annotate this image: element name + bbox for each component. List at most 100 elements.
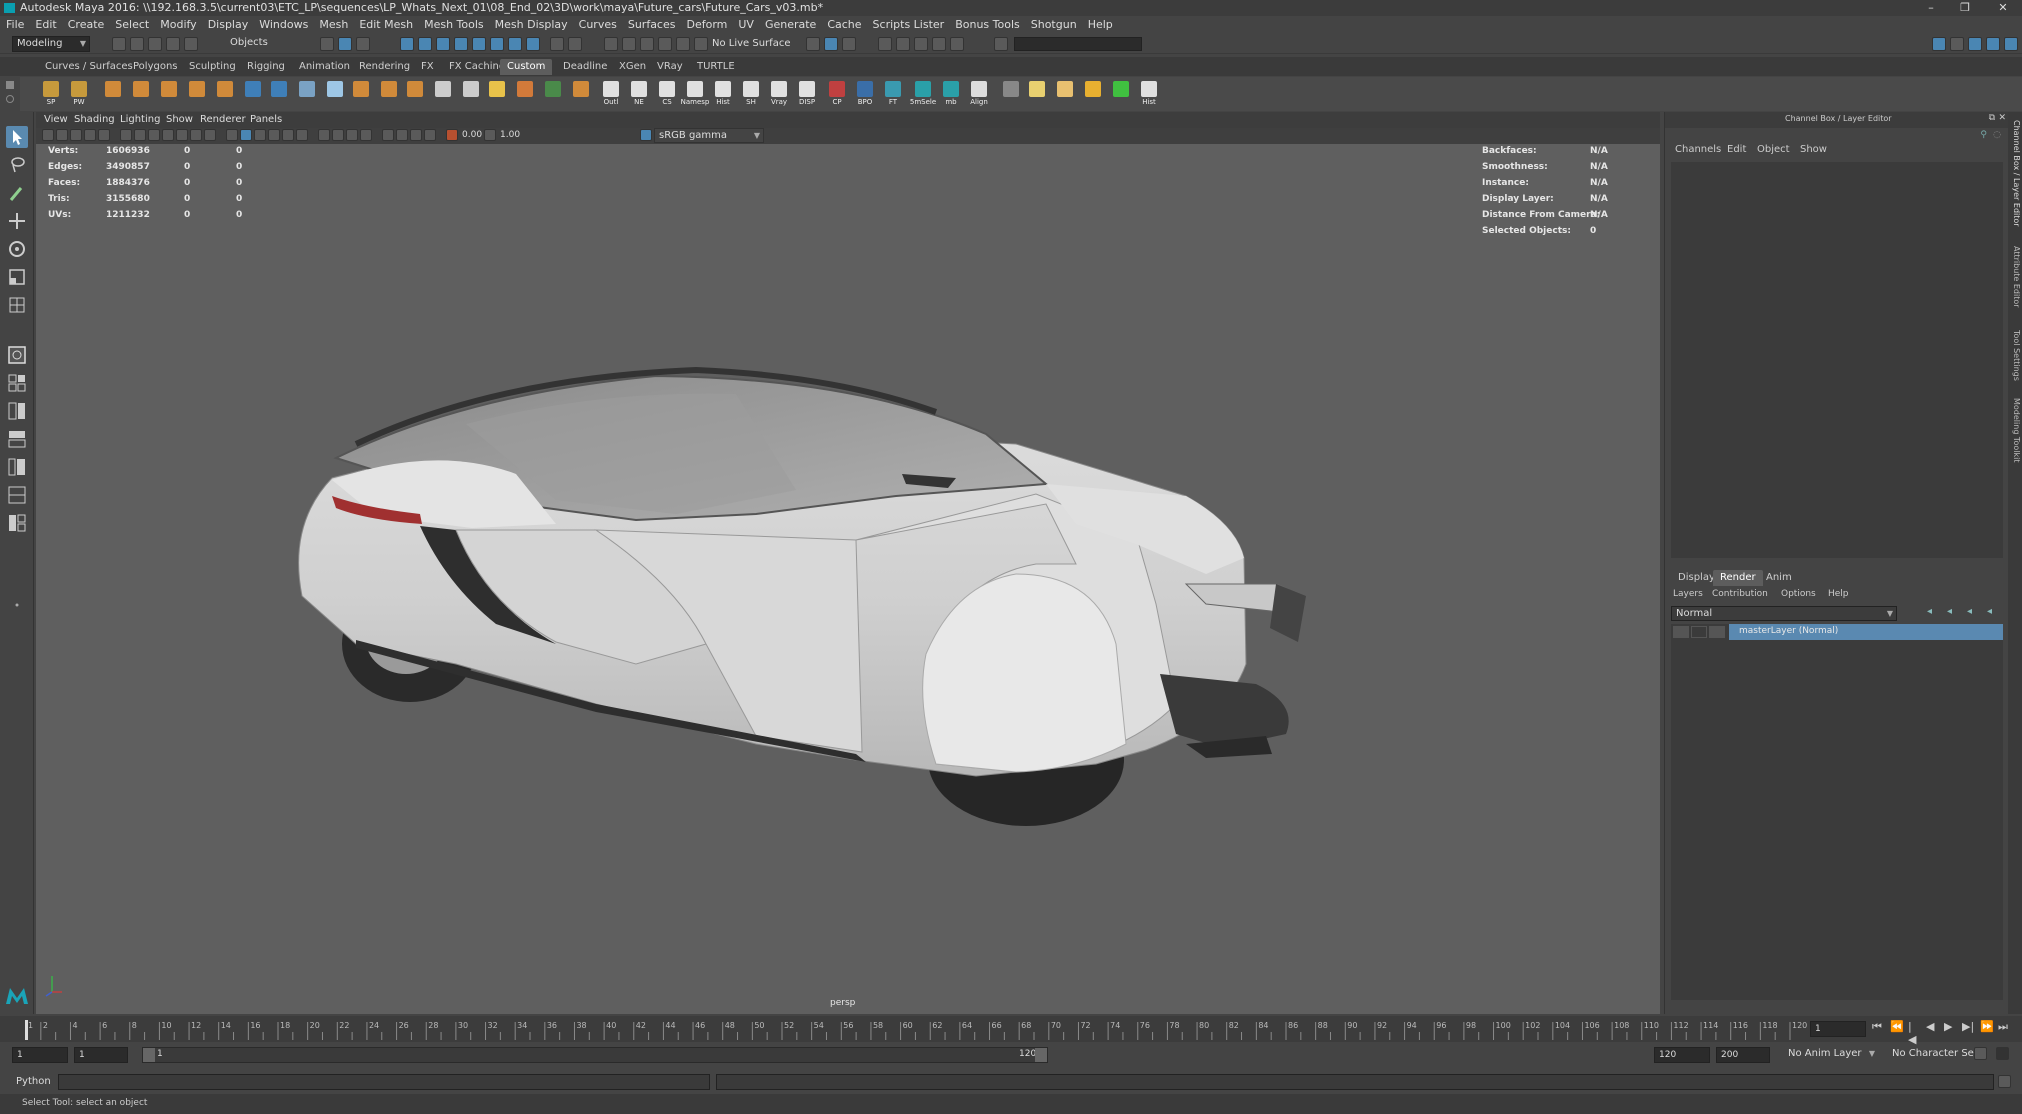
shelf-button-tool-2[interactable] [102, 80, 124, 108]
new-layer-selected-icon[interactable]: ◂ [1987, 606, 1992, 617]
panel-menu-lighting[interactable]: Lighting [120, 112, 160, 128]
snap-view-plane-icon[interactable] [454, 37, 468, 51]
snap-curve-icon[interactable] [418, 37, 432, 51]
shelf-button-sh[interactable]: SH [740, 80, 762, 108]
shelf-tab-curves-surfaces[interactable]: Curves / Surfaces [38, 59, 140, 75]
close-button[interactable]: ✕ [1990, 0, 2016, 16]
shelf-button-tool-14[interactable] [432, 80, 454, 108]
menu-windows[interactable]: Windows [259, 16, 308, 34]
range-bar[interactable]: 1 120 [142, 1047, 1048, 1063]
render-view-icon[interactable] [842, 37, 856, 51]
playback-button-0[interactable]: ⏮ [1872, 1020, 1882, 1034]
shelf-button-tool-15[interactable] [460, 80, 482, 108]
time-ruler[interactable]: 1 2 4 6 8 10 12 14 16 18 20 22 24 26 28 30 32 34 36 38 40 42 4… [20, 1016, 1820, 1042]
shelf-tab-polygons[interactable]: Polygons [126, 59, 185, 75]
panel-menu-show[interactable]: Show [166, 112, 193, 128]
wireframe-on-shaded-icon[interactable] [254, 129, 266, 141]
playback-button-5[interactable]: ▶| [1962, 1020, 1974, 1033]
color-space-dropdown[interactable]: sRGB gamma ▼ [654, 128, 764, 143]
shelf-button-tool-3[interactable] [130, 80, 152, 108]
scale-tool-icon[interactable] [6, 266, 28, 288]
render-toggle-icon[interactable] [1673, 626, 1689, 638]
new-scene-icon[interactable] [112, 37, 126, 51]
layer-editor-icon[interactable]: ◌ [1993, 130, 2001, 140]
options-menu[interactable]: Options [1781, 589, 1816, 599]
auto-key-icon[interactable] [1974, 1047, 1987, 1060]
select-object-icon[interactable] [338, 37, 352, 51]
snap-rotate-icon[interactable] [604, 37, 618, 51]
shelf-tab-rigging[interactable]: Rigging [240, 59, 292, 75]
safe-action-icon[interactable] [190, 129, 202, 141]
construction-history-icon[interactable] [824, 37, 838, 51]
gate-mask-icon[interactable] [162, 129, 174, 141]
select-component-icon[interactable] [356, 37, 370, 51]
safe-title-icon[interactable] [204, 129, 216, 141]
shelf-tab-fx[interactable]: FX [414, 59, 441, 75]
shelf-button-tool-10[interactable] [324, 80, 346, 108]
menu-mesh[interactable]: Mesh [319, 16, 348, 34]
snap-surface-icon[interactable] [472, 37, 486, 51]
shelf-tab-xgen[interactable]: XGen [612, 59, 653, 75]
input-line-icon[interactable] [806, 37, 820, 51]
2d-pan-zoom-icon[interactable] [98, 129, 110, 141]
open-scene-icon[interactable] [130, 37, 144, 51]
shelf-button-tool-18[interactable] [542, 80, 564, 108]
playback-button-3[interactable]: ◀ [1926, 1020, 1934, 1033]
channel-box-icon[interactable]: ⚲ [1980, 130, 1987, 140]
show-menu[interactable]: Show [1800, 144, 1827, 155]
shelf-button-tool-19[interactable] [570, 80, 592, 108]
snap-point-icon[interactable] [436, 37, 450, 51]
side-tab-channel-box[interactable]: Channel Box / Layer Editor [2009, 120, 2021, 227]
menu-mesh-display[interactable]: Mesh Display [495, 16, 568, 34]
shelf-tab-rendering[interactable]: Rendering [352, 59, 417, 75]
panel-float-icon[interactable]: ⧉ [1989, 113, 1995, 123]
shelf-options-icon[interactable] [6, 95, 14, 103]
contribution-menu[interactable]: Contribution [1712, 589, 1768, 599]
menu-create[interactable]: Create [68, 16, 105, 34]
shelf-button-ne[interactable]: NE [628, 80, 650, 108]
snap-magnet-icon[interactable] [676, 37, 690, 51]
shelf-button-vray[interactable]: Vray [768, 80, 790, 108]
menu-edit-mesh[interactable]: Edit Mesh [359, 16, 413, 34]
layer-blend-mode-dropdown[interactable]: Normal ▼ [1671, 606, 1897, 621]
menu-curves[interactable]: Curves [579, 16, 617, 34]
layers-menu[interactable]: Layers [1673, 589, 1703, 599]
current-frame-marker[interactable] [25, 1020, 28, 1040]
side-tab-modeling-toolkit[interactable]: Modeling Toolkit [2009, 398, 2021, 462]
film-gate-icon[interactable] [134, 129, 146, 141]
shelf-button-namesp[interactable]: Namesp [681, 80, 709, 108]
recycle-toggle-icon[interactable] [1691, 626, 1707, 638]
snap-face-icon[interactable] [526, 37, 540, 51]
playback-button-1[interactable]: ⏪ [1890, 1020, 1904, 1033]
snap-pivot-icon[interactable] [694, 37, 708, 51]
playback-end-field[interactable]: 120 [1654, 1047, 1710, 1063]
snap-grid-icon[interactable] [400, 37, 414, 51]
channel-box-icon[interactable] [1986, 37, 2000, 51]
exposure-icon[interactable] [446, 129, 458, 141]
xray-joints-icon[interactable] [410, 129, 422, 141]
single-view-layout-icon[interactable] [6, 344, 28, 366]
camera-attributes-icon[interactable] [56, 129, 68, 141]
anti-aliasing-icon[interactable] [346, 129, 358, 141]
menu-generate[interactable]: Generate [765, 16, 816, 34]
textured-icon[interactable] [268, 129, 280, 141]
shelf-button-tool-4[interactable] [158, 80, 180, 108]
hypershade-layout-icon[interactable] [6, 512, 28, 534]
quick-search-input[interactable] [1014, 37, 1142, 51]
shelf-tab-custom[interactable]: Custom [500, 59, 553, 75]
undo-icon[interactable] [166, 37, 180, 51]
menu-scripts-lister[interactable]: Scripts Lister [873, 16, 945, 34]
shelf-button-tool-34[interactable] [1000, 80, 1022, 108]
last-tool-icon[interactable] [6, 294, 28, 316]
shelf-button-align[interactable]: Align [968, 80, 990, 108]
move-layer-down-icon[interactable]: ◂ [1947, 606, 1952, 617]
smooth-shade-icon[interactable] [240, 129, 252, 141]
menu-cache[interactable]: Cache [827, 16, 861, 34]
panel-close-icon[interactable]: ✕ [1998, 113, 2006, 123]
tab-anim[interactable]: Anim [1759, 570, 1799, 586]
menu-deform[interactable]: Deform [686, 16, 727, 34]
layer-editor-icon[interactable] [2004, 37, 2018, 51]
shelf-tab-animation[interactable]: Animation [292, 59, 357, 75]
character-set-dropdown[interactable]: No Character Set▼ [1888, 1047, 1988, 1063]
move-layer-up-icon[interactable]: ◂ [1927, 606, 1932, 617]
